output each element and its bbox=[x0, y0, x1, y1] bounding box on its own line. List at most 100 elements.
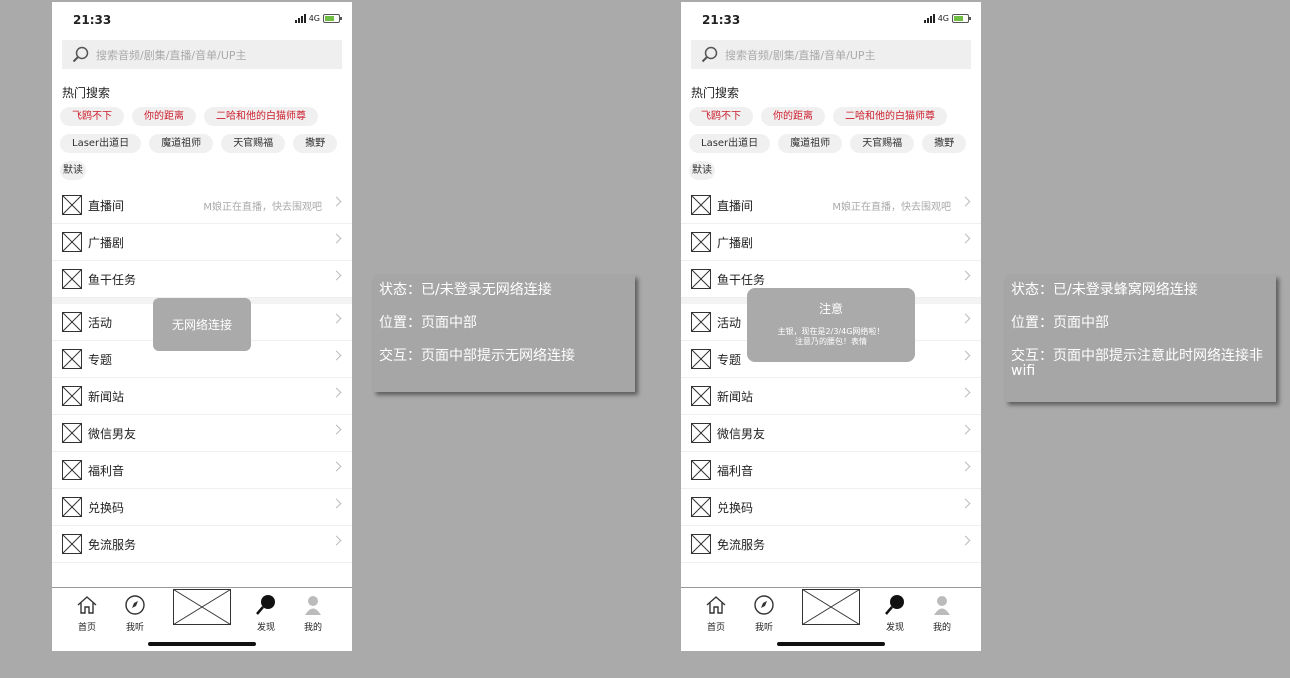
hot-search-tag[interactable]: Laser出道日 bbox=[60, 134, 142, 153]
placeholder-image-icon bbox=[691, 534, 711, 554]
annotation-state: 状态：已/未登录蜂窝网络连接 bbox=[1011, 282, 1198, 298]
annotation-position: 位置：页面中部 bbox=[379, 315, 477, 331]
network-type: 4G bbox=[937, 14, 949, 23]
hot-search-tags: 飞鸥不下 你的距离 二哈和他的白猫师尊 Laser出道日 魔道祖师 天官赐福 撒野默读 bbox=[60, 107, 344, 180]
hot-search-tag[interactable]: 魔道祖师 bbox=[149, 134, 214, 153]
chevron-right-icon bbox=[960, 196, 971, 207]
home-icon bbox=[705, 594, 727, 616]
menu-item-hint: M娘正在直播，快去围观吧 bbox=[832, 201, 951, 213]
bottom-tab-bar: 首页 我听 发现 我的 bbox=[52, 587, 352, 651]
hot-search-tag[interactable]: 飞鸥不下 bbox=[689, 107, 753, 126]
hot-search-tag[interactable]: 二哈和他的白猫师尊 bbox=[204, 107, 318, 126]
hot-search-tag[interactable]: 默读 bbox=[60, 161, 86, 180]
menu-item-label: 免流服务 bbox=[717, 537, 766, 552]
menu-item[interactable]: 广播剧 bbox=[681, 224, 981, 261]
tab-label: 我听 bbox=[125, 623, 144, 633]
menu-item[interactable]: 直播间 M娘正在直播，快去围观吧 bbox=[52, 187, 352, 224]
annotation-interaction: 交互：页面中部提示注意此时网络连接非wifi bbox=[1011, 348, 1263, 379]
tab-discover[interactable]: 发现 bbox=[246, 594, 286, 633]
menu-item[interactable]: 新闻站 bbox=[681, 378, 981, 415]
menu-item-label: 兑换码 bbox=[717, 500, 754, 515]
chevron-right-icon bbox=[331, 387, 342, 398]
placeholder-image-icon bbox=[691, 349, 711, 369]
menu-item-label: 新闻站 bbox=[88, 389, 125, 404]
hot-search-tag[interactable]: 你的距离 bbox=[132, 107, 196, 126]
tab-mine[interactable]: 我的 bbox=[293, 594, 333, 633]
menu-item-label: 鱼干任务 bbox=[717, 272, 766, 287]
menu-item[interactable]: 新闻站 bbox=[52, 378, 352, 415]
center-play-button[interactable] bbox=[173, 589, 231, 625]
discover-icon bbox=[255, 594, 277, 616]
hot-search-tag[interactable]: Laser出道日 bbox=[689, 134, 771, 153]
chevron-right-icon bbox=[960, 461, 971, 472]
menu-item[interactable]: 免流服务 bbox=[681, 526, 981, 563]
placeholder-image-icon bbox=[802, 589, 860, 629]
center-play-button[interactable] bbox=[802, 589, 860, 625]
menu-item[interactable]: 微信男友 bbox=[681, 415, 981, 452]
tab-home[interactable]: 首页 bbox=[696, 594, 736, 633]
status-bar: 21:33 4G bbox=[52, 2, 352, 36]
status-time: 21:33 bbox=[73, 13, 112, 27]
placeholder-image-icon bbox=[691, 460, 711, 480]
placeholder-image-icon bbox=[62, 386, 82, 406]
chevron-right-icon bbox=[960, 270, 971, 281]
placeholder-image-icon bbox=[62, 269, 82, 289]
search-icon bbox=[72, 46, 90, 64]
search-input[interactable]: 搜索音频/剧集/直播/音单/UP主 bbox=[691, 40, 971, 69]
hot-search-tag[interactable]: 默读 bbox=[689, 161, 715, 180]
home-icon bbox=[76, 594, 98, 616]
network-type: 4G bbox=[308, 14, 320, 23]
menu-item[interactable]: 微信男友 bbox=[52, 415, 352, 452]
signal-icon bbox=[294, 14, 306, 23]
hot-search-tag[interactable]: 天官赐福 bbox=[850, 134, 915, 153]
dialog-message-line: 主银，现在是2/3/4G网络啦！ bbox=[777, 327, 885, 336]
dialog-message: 主银，现在是2/3/4G网络啦！ 注意乃的腰包！表情 bbox=[747, 327, 915, 347]
chevron-right-icon bbox=[331, 461, 342, 472]
tab-home[interactable]: 首页 bbox=[67, 594, 107, 633]
profile-icon bbox=[302, 594, 324, 616]
menu-item-label: 福利音 bbox=[88, 463, 125, 478]
menu-item[interactable]: 免流服务 bbox=[52, 526, 352, 563]
bottom-tab-bar: 首页 我听 发现 我的 bbox=[681, 587, 981, 651]
menu-item[interactable]: 鱼干任务 bbox=[52, 261, 352, 298]
toast-text: 无网络连接 bbox=[171, 318, 232, 332]
placeholder-image-icon bbox=[62, 312, 82, 332]
listen-icon bbox=[124, 594, 146, 616]
menu-item[interactable]: 直播间 M娘正在直播，快去围观吧 bbox=[681, 187, 981, 224]
search-input[interactable]: 搜索音频/剧集/直播/音单/UP主 bbox=[62, 40, 342, 69]
feature-menu: 直播间 M娘正在直播，快去围观吧 广播剧 鱼干任务 活动 专题 新闻站 微信男友 福利音 兑换码免… bbox=[52, 187, 352, 563]
dialog-title: 注意 bbox=[818, 302, 843, 316]
chevron-right-icon bbox=[960, 350, 971, 361]
chevron-right-icon bbox=[331, 535, 342, 546]
placeholder-image-icon bbox=[691, 386, 711, 406]
cellular-warning-dialog: 注意主银，现在是2/3/4G网络啦！ 注意乃的腰包！表情 bbox=[747, 288, 915, 362]
tab-discover[interactable]: 发现 bbox=[875, 594, 915, 633]
hot-search-tag[interactable]: 二哈和他的白猫师尊 bbox=[833, 107, 947, 126]
chevron-right-icon bbox=[960, 424, 971, 435]
placeholder-image-icon bbox=[691, 269, 711, 289]
hot-search-tag[interactable]: 魔道祖师 bbox=[778, 134, 843, 153]
menu-item[interactable]: 兑换码 bbox=[681, 489, 981, 526]
tab-mine[interactable]: 我的 bbox=[922, 594, 962, 633]
menu-item[interactable]: 福利音 bbox=[681, 452, 981, 489]
menu-item[interactable]: 兑换码 bbox=[52, 489, 352, 526]
hot-search-tag[interactable]: 飞鸥不下 bbox=[60, 107, 124, 126]
tab-label: 我的 bbox=[932, 623, 951, 633]
hot-search-title: 热门搜索 bbox=[691, 86, 740, 100]
chevron-right-icon bbox=[960, 313, 971, 324]
chevron-right-icon bbox=[331, 233, 342, 244]
phone-screen-1: 21:33 4G 搜索音频/剧集/直播/音单/UP主 热门搜索 飞鸥不下 你的距离 二哈和他… bbox=[52, 2, 352, 651]
hot-search-tag[interactable]: 你的距离 bbox=[761, 107, 825, 126]
tab-listen[interactable]: 我听 bbox=[115, 594, 155, 633]
menu-item[interactable]: 广播剧 bbox=[52, 224, 352, 261]
annotation-panel: 状态：已/未登录蜂窝网络连接 位置：页面中部 交互：页面中部提示注意此时网络连接非w… bbox=[1005, 275, 1276, 402]
tab-listen[interactable]: 我听 bbox=[744, 594, 784, 633]
menu-item-label: 福利音 bbox=[717, 463, 754, 478]
hot-search-tag[interactable]: 天官赐福 bbox=[221, 134, 286, 153]
discover-icon bbox=[884, 594, 906, 616]
hot-search-tag[interactable]: 撒野 bbox=[922, 134, 967, 153]
search-placeholder: 搜索音频/剧集/直播/音单/UP主 bbox=[96, 48, 247, 62]
menu-item-label: 活动 bbox=[88, 315, 113, 330]
hot-search-tag[interactable]: 撒野 bbox=[293, 134, 338, 153]
menu-item[interactable]: 福利音 bbox=[52, 452, 352, 489]
